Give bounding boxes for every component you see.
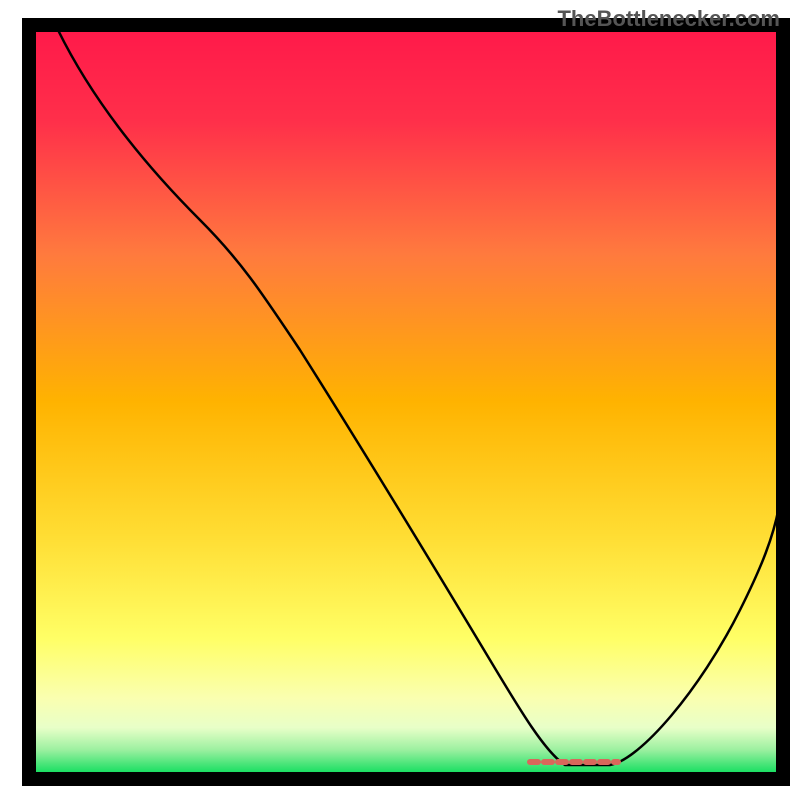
plot-area xyxy=(29,25,783,779)
chart-container: TheBottlenecker.com xyxy=(0,0,800,800)
watermark-text: TheBottlenecker.com xyxy=(557,6,780,32)
gradient-background xyxy=(36,32,776,772)
bottleneck-chart xyxy=(0,0,800,800)
